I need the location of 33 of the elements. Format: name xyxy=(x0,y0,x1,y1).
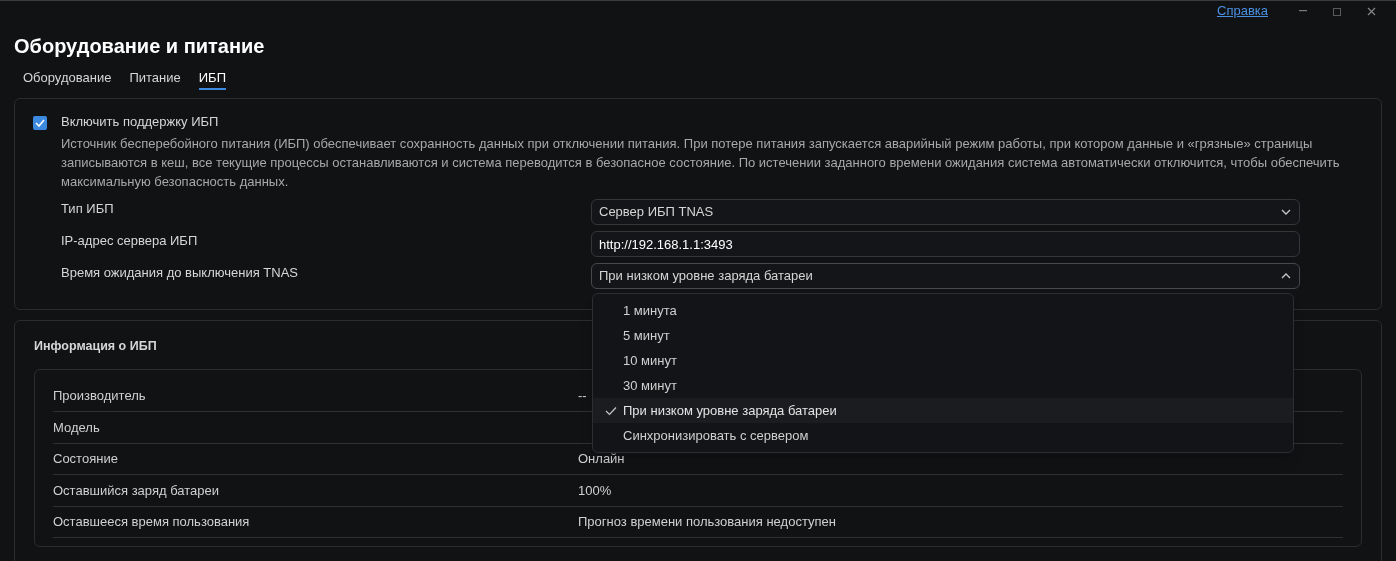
description-text: Источник бесперебойного питания (ИБП) обеспечивает сохранность данных при отключении питания. При потере питания запускается аварийный режим работы, при котором данные и «грязные» страницы записываются в кеш, все текущие процессы останавливаются и система переводится в безопасное состояние. По истечении заданного времени ожидания система автоматически отключится, чтобы обеспечить максимальную безопасность данных. xyxy=(61,135,1341,191)
checkbox-label: Включить поддержку ИБП xyxy=(61,113,220,131)
dropdown-option[interactable]: 1 минута xyxy=(593,298,1293,323)
input-field[interactable]: http://192.168.1.1:3493 xyxy=(591,231,1300,257)
field-label: Время ожидания до выключения TNAS xyxy=(61,264,299,282)
info-value: Прогноз времени пользования недоступен xyxy=(578,513,836,531)
tab[interactable]: Оборудование xyxy=(23,67,112,90)
tab[interactable]: ИБП xyxy=(198,67,226,90)
info-value: -- xyxy=(578,387,587,406)
info-label: Оставшееся время пользования xyxy=(53,513,251,531)
dropdown-option[interactable]: 10 минут xyxy=(593,348,1293,373)
tab[interactable]: Питание xyxy=(129,67,181,90)
field-label: IP-адрес сервера ИБП xyxy=(61,232,199,250)
check-icon xyxy=(605,405,617,416)
checkbox[interactable] xyxy=(33,116,47,130)
dropdown-option[interactable]: Синхронизировать с сервером xyxy=(593,423,1293,448)
info-value: 100% xyxy=(578,481,612,500)
dropdown-option[interactable]: При низком уровне заряда батареи xyxy=(593,398,1293,423)
info-label: Производитель xyxy=(53,387,147,406)
dropdown-option[interactable]: 5 минут xyxy=(593,323,1293,348)
close-icon xyxy=(1366,6,1376,16)
info-label: Модель xyxy=(53,418,101,437)
minimize-icon xyxy=(1299,10,1307,12)
info-label: Оставшийся заряд батареи xyxy=(53,481,221,500)
page-title: Оборудование и питание xyxy=(14,34,266,59)
help-link[interactable]: Справка xyxy=(1217,1,1268,21)
info-value: Онлайн xyxy=(578,450,625,469)
dropdown-select[interactable]: Сервер ИБП TNAS xyxy=(591,199,1300,225)
dropdown-select[interactable]: При низком уровне заряда батареи xyxy=(591,263,1300,289)
dropdown-option[interactable]: 30 минут xyxy=(593,373,1293,398)
maximize-icon xyxy=(1332,6,1342,16)
info-label: Состояние xyxy=(53,450,119,469)
field-label: Тип ИБП xyxy=(61,200,115,218)
